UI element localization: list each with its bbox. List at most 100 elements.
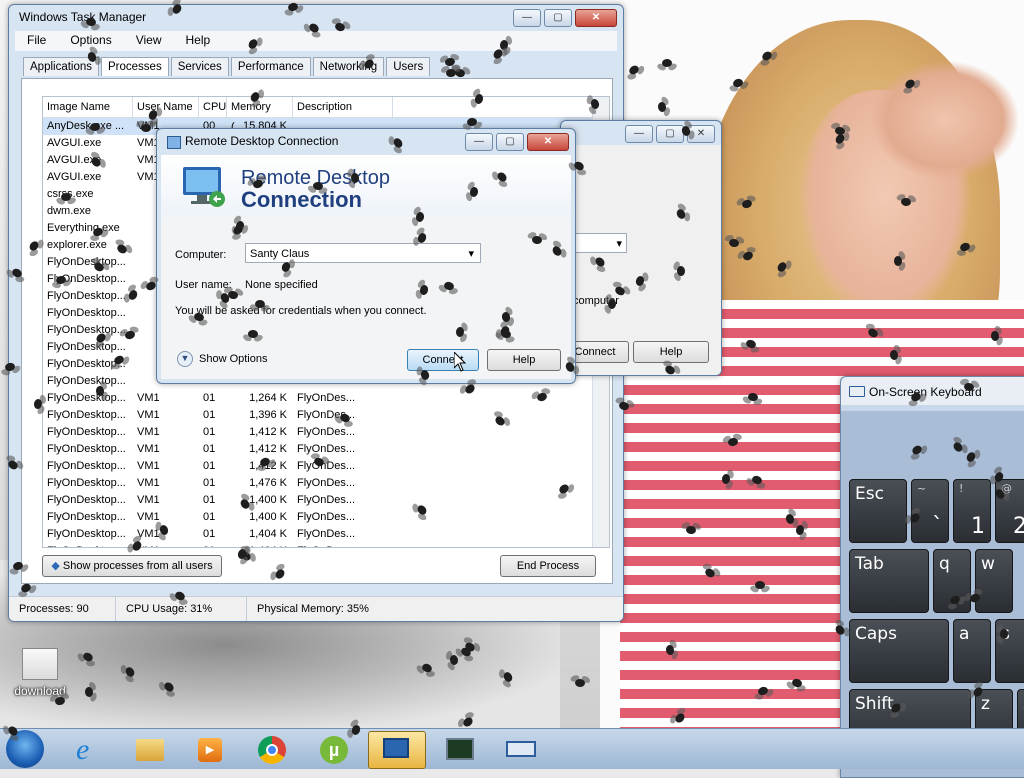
username-value: None specified bbox=[245, 279, 318, 291]
status-cpu: CPU Usage: 31% bbox=[116, 597, 247, 621]
key-w[interactable]: w bbox=[975, 549, 1013, 613]
cell-image-name: FlyOnDesktop... bbox=[47, 494, 126, 506]
key-caps[interactable]: Caps bbox=[849, 619, 949, 683]
taskbar-on-screen-keyboard[interactable] bbox=[494, 731, 550, 767]
cell-image-name: explorer.exe bbox=[47, 239, 107, 251]
key-s-label: s bbox=[1001, 624, 1010, 644]
cell-description: FlyOnDes... bbox=[297, 528, 356, 540]
cell-user-name: VM1 bbox=[137, 460, 160, 472]
tab-services[interactable]: Services bbox=[170, 57, 229, 76]
start-button[interactable] bbox=[6, 730, 44, 768]
key-2[interactable]: @2 bbox=[995, 479, 1024, 543]
key-q[interactable]: q bbox=[933, 549, 971, 613]
column-user-name[interactable]: User Name bbox=[133, 97, 199, 117]
chrome-icon-center bbox=[266, 744, 278, 756]
taskbar-utorrent[interactable]: µ bbox=[306, 731, 362, 767]
table-row[interactable]: FlyOnDesktop... VM1 01 1,412 K FlyOnDes... bbox=[43, 441, 609, 458]
column-cpu[interactable]: CPU bbox=[199, 97, 227, 117]
maximize-button[interactable]: ▢ bbox=[496, 133, 524, 151]
key-1-top: ! bbox=[959, 482, 964, 495]
status-bar: Processes: 90 CPU Usage: 31% Physical Me… bbox=[9, 596, 623, 621]
keyboard-icon bbox=[849, 386, 865, 397]
maximize-button[interactable]: ▢ bbox=[656, 125, 684, 143]
cell-description: FlyOnDes... bbox=[297, 409, 356, 421]
taskbar-task-manager[interactable] bbox=[432, 731, 488, 767]
cell-image-name: FlyOnDesktop... bbox=[47, 477, 126, 489]
utorrent-icon: µ bbox=[320, 736, 348, 764]
taskbar-file-explorer[interactable] bbox=[122, 731, 178, 767]
cell-image-name: FlyOnDesktop... bbox=[47, 511, 126, 523]
taskbar: e ▶ µ bbox=[0, 728, 1024, 769]
username-label: User name: bbox=[175, 279, 232, 291]
close-button[interactable]: ✕ bbox=[527, 133, 569, 151]
taskbar-remote-desktop[interactable] bbox=[368, 731, 426, 769]
chevron-down-circle-icon: ▼ bbox=[177, 351, 193, 367]
table-header: Image Name User Name CPU Memory (... Des… bbox=[43, 97, 609, 133]
show-all-users-button[interactable]: ◆ Show processes from all users bbox=[42, 555, 222, 577]
key-1-bottom: 1 bbox=[971, 514, 985, 539]
table-row[interactable]: FlyOnDesktop... VM1 01 1,476 K FlyOnDes... bbox=[43, 475, 609, 492]
tab-networking[interactable]: Networking bbox=[312, 57, 385, 76]
table-row[interactable]: FlyOnDesktop... VM1 01 1,412 K FlyOnDes... bbox=[43, 458, 609, 475]
minimize-button[interactable]: — bbox=[625, 125, 653, 143]
tab-performance[interactable]: Performance bbox=[230, 57, 311, 76]
cell-image-name: FlyOnDesktop... bbox=[47, 290, 126, 302]
table-row[interactable]: FlyOnDesktop... VM1 01 1,400 K FlyOnDes... bbox=[43, 492, 609, 509]
table-row[interactable]: FlyOnDesktop...VM1011,404 KFlyOnDes... bbox=[43, 543, 609, 547]
minimize-button[interactable]: — bbox=[513, 9, 541, 27]
dialog-banner: Remote Desktop Connection bbox=[161, 155, 571, 217]
key-tab[interactable]: Tab bbox=[849, 549, 929, 613]
key-tilde[interactable]: ~ ` bbox=[911, 479, 949, 543]
tab-applications[interactable]: Applications bbox=[23, 57, 100, 76]
key-2-top: @ bbox=[1001, 482, 1012, 495]
cell-user-name: VM1 bbox=[137, 528, 160, 540]
table-row[interactable]: FlyOnDesktop... VM1 01 1,396 K FlyOnDes... bbox=[43, 407, 609, 424]
dialog-title-text: Remote Desktop Connection bbox=[185, 134, 339, 148]
shield-icon: ◆ bbox=[51, 560, 60, 572]
close-button[interactable]: ✕ bbox=[575, 9, 617, 27]
help-button[interactable]: Help bbox=[487, 349, 561, 371]
cell-user-name: VM1 bbox=[137, 409, 160, 421]
menu-file[interactable]: File bbox=[15, 31, 58, 51]
table-row[interactable]: FlyOnDesktop... VM1 01 1,412 K FlyOnDes... bbox=[43, 424, 609, 441]
key-tab-label: Tab bbox=[855, 554, 884, 574]
taskbar-media-player[interactable]: ▶ bbox=[182, 731, 238, 767]
key-esc[interactable]: Esc bbox=[849, 479, 907, 543]
cell-image-name: FlyOnDesktop... bbox=[47, 460, 126, 472]
column-memory[interactable]: Memory (... bbox=[227, 97, 293, 133]
key-1[interactable]: ! 1 bbox=[953, 479, 991, 543]
table-row[interactable]: FlyOnDesktop... VM1 01 1,400 K FlyOnDes... bbox=[43, 509, 609, 526]
key-q-label: q bbox=[939, 554, 950, 574]
menu-options[interactable]: Options bbox=[58, 31, 123, 51]
table-row[interactable]: FlyOnDesktop... VM1 01 1,264 K FlyOnDes... bbox=[43, 390, 609, 407]
key-a[interactable]: a bbox=[953, 619, 991, 683]
cell-image-name: FlyOnDesktop... bbox=[47, 392, 126, 404]
tab-processes[interactable]: Processes bbox=[101, 57, 169, 76]
key-2-bottom: 2 bbox=[1013, 514, 1024, 539]
connect-button[interactable]: Connect bbox=[407, 349, 479, 371]
minimize-button[interactable]: — bbox=[465, 133, 493, 151]
close-button[interactable]: ✕ bbox=[687, 125, 715, 143]
help-button-back[interactable]: Help bbox=[633, 341, 709, 363]
taskbar-internet-explorer[interactable]: e bbox=[62, 731, 118, 767]
maximize-button[interactable]: ▢ bbox=[544, 9, 572, 27]
desktop-icon-download[interactable]: download bbox=[8, 648, 72, 698]
show-options-toggle[interactable]: ▼ Show Options bbox=[177, 351, 267, 367]
menu-view[interactable]: View bbox=[124, 31, 174, 51]
column-image-name[interactable]: Image Name bbox=[43, 97, 133, 117]
key-s[interactable]: s bbox=[995, 619, 1024, 683]
menu-help[interactable]: Help bbox=[174, 31, 223, 51]
computer-combo[interactable]: Santy Claus ▾ bbox=[245, 243, 481, 263]
key-w-label: w bbox=[981, 554, 995, 574]
task-manager-icon bbox=[446, 738, 474, 760]
end-process-button[interactable]: End Process bbox=[500, 555, 596, 577]
tab-users[interactable]: Users bbox=[386, 57, 431, 76]
desktop-icon-label: download bbox=[14, 684, 66, 698]
taskbar-chrome[interactable] bbox=[244, 731, 300, 767]
column-description[interactable]: Description bbox=[293, 97, 393, 117]
banner-line-2: Connection bbox=[241, 187, 362, 212]
cell-image-name: FlyOnDesktop... bbox=[47, 341, 126, 353]
cell-image-name: AVGUI.exe bbox=[47, 137, 102, 149]
remote-desktop-icon bbox=[167, 136, 181, 149]
table-row[interactable]: FlyOnDesktop...VM1011,404 KFlyOnDes... bbox=[43, 526, 609, 543]
